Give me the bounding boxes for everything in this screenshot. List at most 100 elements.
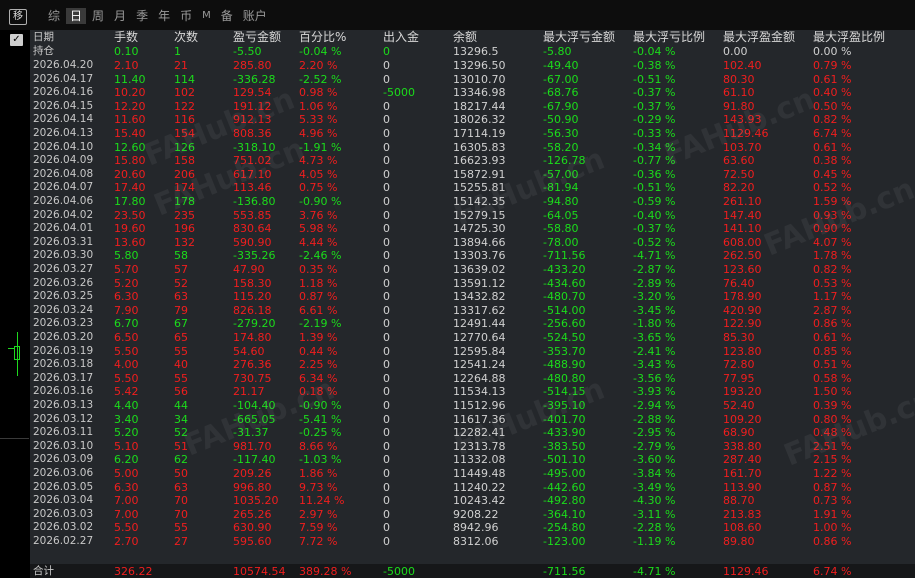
value-cell: 6.70 [114, 317, 139, 331]
column-header[interactable]: 盈亏金额 [233, 31, 281, 44]
value-cell: 15279.15 [453, 208, 506, 222]
value-cell: 113.46 [233, 181, 272, 195]
value-cell: 1.39 % [299, 331, 338, 344]
column-header[interactable]: 次数 [174, 31, 198, 44]
date-cell: 2026.03.02 [33, 521, 94, 534]
value-cell: 0 [383, 385, 390, 399]
value-cell: -0.33 % [633, 127, 676, 140]
value-cell: -335.26 [233, 249, 276, 263]
value-cell: 89.80 [723, 535, 755, 548]
tab-4[interactable]: 季 [132, 8, 152, 24]
column-header[interactable]: 最大浮盈比例 [813, 31, 885, 44]
tab-3[interactable]: 月 [110, 8, 130, 24]
value-cell: 0 [383, 222, 390, 236]
table-row: 2026.03.24 7.90 79 826.18 6.61 % 0 13317.62 -51… [30, 304, 915, 317]
value-cell: 2.97 % [299, 507, 338, 521]
value-cell: 6.74 % [813, 127, 852, 140]
date-cell: 2026.03.10 [33, 439, 94, 452]
value-cell: 0.87 % [299, 290, 338, 304]
tab-5[interactable]: 年 [154, 8, 174, 24]
table-row: 2026.03.10 5.10 51 981.70 8.66 % 0 12313.78 -38… [30, 440, 915, 453]
value-cell: 77.95 [723, 371, 755, 385]
date-cell: 2026.03.24 [33, 303, 94, 316]
value-cell: 0.38 % [813, 154, 852, 168]
value-cell: 15142.35 [453, 195, 506, 208]
value-cell: 15.80 [114, 154, 146, 168]
value-cell: -0.40 % [633, 208, 676, 222]
value-cell: 12595.84 [453, 344, 506, 358]
value-cell: -0.51 % [633, 72, 676, 86]
value-cell: 9.73 % [299, 480, 338, 494]
date-cell: 2026.04.09 [33, 154, 94, 167]
value-cell: 114 [174, 72, 195, 86]
value-cell: -3.43 % [633, 358, 676, 372]
tab-0[interactable]: 综 [44, 8, 64, 24]
value-cell: 0.52 % [813, 181, 852, 195]
value-cell: 27 [174, 535, 188, 548]
value-cell: -401.70 [543, 412, 586, 426]
value-cell: 0.45 % [813, 167, 852, 181]
column-header[interactable]: 出入金 [383, 31, 419, 44]
value-cell: 158.30 [233, 276, 272, 290]
value-cell: -4.30 % [633, 494, 676, 508]
value-cell: 0.00 % [813, 45, 852, 58]
value-cell: 174 [174, 181, 195, 195]
value-cell: 122.90 [723, 317, 762, 331]
value-cell: -3.60 % [633, 453, 676, 467]
value-cell: -3.20 % [633, 290, 676, 304]
value-cell: 80.30 [723, 72, 755, 86]
tab-2[interactable]: 周 [88, 8, 108, 24]
value-cell: 389.28 % [299, 565, 352, 578]
value-cell: 0 [383, 439, 390, 453]
value-cell: 2.51 % [813, 439, 852, 453]
value-cell: 132 [174, 235, 195, 249]
column-header[interactable]: 最大浮盈金额 [723, 31, 795, 44]
value-cell: 5.33 % [299, 113, 338, 127]
column-header[interactable]: 最大浮亏比例 [633, 31, 705, 44]
value-cell: 126 [174, 140, 195, 154]
value-cell: 47.90 [233, 263, 265, 276]
date-cell: 2026.04.15 [33, 99, 94, 112]
check-icon[interactable]: ✓ [10, 34, 23, 46]
column-header[interactable]: 日期 [33, 31, 54, 44]
value-cell: -442.60 [543, 480, 586, 494]
tab-1[interactable]: 日 [66, 8, 87, 24]
tab-9[interactable]: 账户 [239, 8, 271, 24]
value-cell: 122 [174, 99, 195, 113]
value-cell: 123.60 [723, 263, 762, 276]
value-cell: 326.22 [114, 565, 153, 578]
table-row: 2026.04.15 12.20 122 191.12 1.06 % 0 18217.44 -… [30, 100, 915, 113]
value-cell: -67.90 [543, 99, 579, 113]
column-header[interactable]: 手数 [114, 31, 138, 44]
value-cell: 5.20 [114, 426, 139, 440]
candle-tick [8, 348, 14, 349]
value-cell: -3.84 % [633, 467, 676, 480]
value-cell: 6.50 [114, 331, 139, 344]
tab-7[interactable]: M [198, 8, 215, 24]
tab-6[interactable]: 币 [176, 8, 196, 24]
value-cell: 8312.06 [453, 535, 499, 548]
value-cell: 0.61 % [813, 72, 852, 86]
candle-body [14, 346, 20, 360]
total-row: 合计 326.22 10574.54 389.28 % -5000 -711.56 -4.7… [30, 565, 915, 578]
value-cell: 261.10 [723, 195, 762, 208]
value-cell: 0.44 % [299, 344, 338, 358]
table-row: 2026.04.09 15.80 158 751.02 4.73 % 0 16623.93 -… [30, 154, 915, 167]
value-cell: -3.56 % [633, 371, 676, 385]
move-icon[interactable]: 移 [9, 9, 27, 25]
date-cell: 2026.03.04 [33, 494, 94, 507]
value-cell: 5.42 [114, 385, 139, 399]
value-cell: 0 [383, 235, 390, 249]
value-cell: -5.41 % [299, 412, 342, 426]
value-cell: -488.90 [543, 358, 586, 372]
value-cell: 11332.08 [453, 453, 506, 467]
tab-8[interactable]: 备 [217, 8, 237, 24]
value-cell: 0 [383, 358, 390, 372]
column-header[interactable]: 余额 [453, 31, 477, 44]
value-cell: 147.40 [723, 208, 762, 222]
column-header[interactable]: 最大浮亏金额 [543, 31, 615, 44]
column-header[interactable]: 百分比% [299, 31, 346, 44]
stats-table: 日期 手数 次数 盈亏金额 百分比% 出入金 余额 最大浮亏金额 最大浮亏比例 最大浮盈金额 最大浮… [30, 30, 915, 578]
value-cell: -0.51 % [633, 181, 676, 195]
value-cell: 0.39 % [813, 399, 852, 412]
